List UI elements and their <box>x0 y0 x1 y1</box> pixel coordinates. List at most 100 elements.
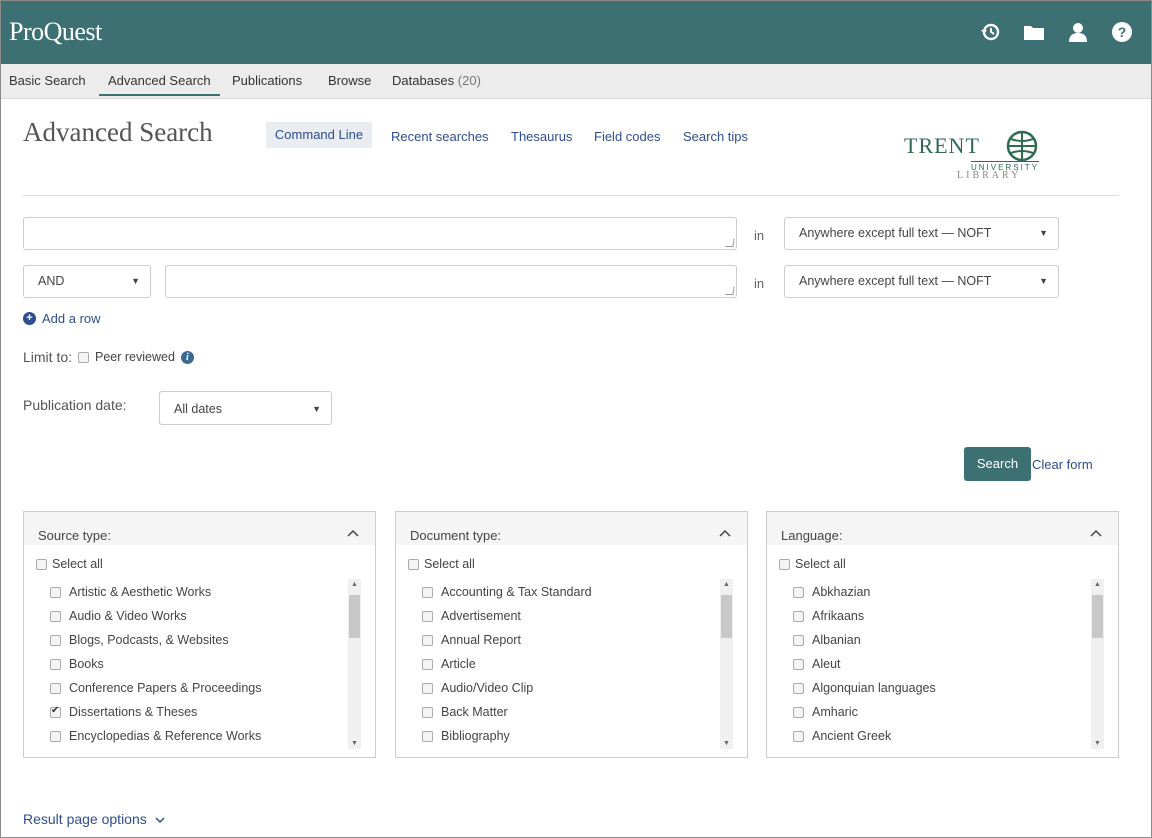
select-all-checkbox[interactable] <box>36 558 47 570</box>
checkbox[interactable] <box>50 610 61 622</box>
scroll-thumb[interactable] <box>349 595 360 638</box>
checkbox[interactable] <box>793 706 804 718</box>
scroll-up-icon[interactable]: ▲ <box>348 581 361 588</box>
list-item[interactable]: Artistic & Aesthetic Works <box>50 580 350 604</box>
publication-date-select[interactable]: All dates ▼ <box>159 391 332 425</box>
select-all-checkbox[interactable] <box>408 558 419 570</box>
chevron-down-icon: ▼ <box>312 404 321 414</box>
checkbox[interactable] <box>422 634 433 646</box>
checkbox-checked[interactable] <box>50 705 61 718</box>
list-item-label: Audio/Video Clip <box>441 681 534 695</box>
chevron-up-icon[interactable] <box>347 526 359 540</box>
search-term-input-2[interactable] <box>165 265 737 298</box>
list-item[interactable]: Back Matter <box>422 700 722 724</box>
search-tips-link[interactable]: Search tips <box>683 129 748 144</box>
field-select-2[interactable]: Anywhere except full text — NOFT ▼ <box>784 265 1059 298</box>
folder-icon[interactable] <box>1023 21 1045 43</box>
checkbox[interactable] <box>793 586 804 598</box>
nav-advanced-search[interactable]: Advanced Search <box>99 73 220 96</box>
clear-form-link[interactable]: Clear form <box>1032 457 1093 472</box>
list-item[interactable]: Afrikaans <box>793 604 1093 628</box>
checkbox[interactable] <box>50 634 61 646</box>
chevron-up-icon[interactable] <box>719 526 731 540</box>
checkbox[interactable] <box>422 682 433 694</box>
list-item[interactable]: Books <box>50 652 350 676</box>
list-item[interactable]: Conference Papers & Proceedings <box>50 676 350 700</box>
checkbox[interactable] <box>422 586 433 598</box>
list-item[interactable]: Amharic <box>793 700 1093 724</box>
scrollbar[interactable]: ▲ ▼ <box>348 579 361 749</box>
command-line-link[interactable]: Command Line <box>266 122 372 148</box>
history-icon[interactable] <box>979 21 1001 43</box>
list-item[interactable]: Albanian <box>793 628 1093 652</box>
info-icon[interactable]: i <box>180 350 194 364</box>
list-item[interactable]: Article <box>422 652 722 676</box>
checkbox[interactable] <box>793 730 804 742</box>
language-header[interactable]: Language: <box>767 512 1118 545</box>
checkbox[interactable] <box>50 586 61 598</box>
scrollbar[interactable]: ▲ ▼ <box>720 579 733 749</box>
scroll-up-icon[interactable]: ▲ <box>1091 581 1104 588</box>
recent-searches-link[interactable]: Recent searches <box>391 129 489 144</box>
checkbox[interactable] <box>422 610 433 622</box>
list-item[interactable]: Abkhazian <box>793 580 1093 604</box>
checkbox[interactable] <box>50 682 61 694</box>
checkbox[interactable] <box>50 658 61 670</box>
scrollbar[interactable]: ▲ ▼ <box>1091 579 1104 749</box>
source-type-header[interactable]: Source type: <box>24 512 375 545</box>
document-type-header[interactable]: Document type: <box>396 512 747 545</box>
field-select-1[interactable]: Anywhere except full text — NOFT ▼ <box>784 217 1059 250</box>
checkbox[interactable] <box>422 730 433 742</box>
scroll-thumb[interactable] <box>721 595 732 638</box>
list-item[interactable]: Annual Report <box>422 628 722 652</box>
scroll-down-icon[interactable]: ▼ <box>720 740 733 747</box>
list-item[interactable]: Advertisement <box>422 604 722 628</box>
scroll-down-icon[interactable]: ▼ <box>1091 740 1104 747</box>
resize-grip[interactable] <box>725 287 735 295</box>
nav-publications[interactable]: Publications <box>232 73 302 88</box>
search-button[interactable]: Search <box>964 447 1031 481</box>
add-row-button[interactable]: + Add a row <box>23 311 101 326</box>
boolean-operator-select[interactable]: AND ▼ <box>23 265 151 298</box>
list-item[interactable]: Algonquian languages <box>793 676 1093 700</box>
checkbox[interactable] <box>793 658 804 670</box>
nav-basic-search[interactable]: Basic Search <box>9 73 86 88</box>
checkbox[interactable] <box>793 634 804 646</box>
scroll-up-icon[interactable]: ▲ <box>720 581 733 588</box>
list-item[interactable]: Aleut <box>793 652 1093 676</box>
list-item[interactable]: Dissertations & Theses <box>50 700 350 724</box>
doctype-select-all[interactable]: Select all <box>408 557 475 571</box>
limit-to-row: Limit to: Peer reviewed i <box>23 349 194 365</box>
thesaurus-link[interactable]: Thesaurus <box>511 129 572 144</box>
search-term-input-1[interactable] <box>23 217 737 250</box>
resize-grip[interactable] <box>725 239 735 247</box>
user-icon[interactable] <box>1067 21 1089 43</box>
chevron-up-icon[interactable] <box>1090 526 1102 540</box>
peer-reviewed-checkbox[interactable] <box>78 351 90 363</box>
checkbox[interactable] <box>793 610 804 622</box>
peer-reviewed-label[interactable]: Peer reviewed <box>95 350 175 364</box>
list-item[interactable]: Accounting & Tax Standard <box>422 580 722 604</box>
list-item[interactable]: Bibliography <box>422 724 722 748</box>
result-page-options-toggle[interactable]: Result page options <box>23 811 165 827</box>
list-item[interactable]: Ancient Greek <box>793 724 1093 748</box>
field-codes-link[interactable]: Field codes <box>594 129 660 144</box>
checkbox[interactable] <box>422 706 433 718</box>
checkbox[interactable] <box>793 682 804 694</box>
nav-databases[interactable]: Databases (20) <box>392 73 481 88</box>
list-item[interactable]: Audio & Video Works <box>50 604 350 628</box>
language-select-all[interactable]: Select all <box>779 557 846 571</box>
proquest-logo[interactable]: ProQuest <box>9 17 102 47</box>
checkbox[interactable] <box>422 658 433 670</box>
scroll-down-icon[interactable]: ▼ <box>348 740 361 747</box>
list-item[interactable]: Encyclopedias & Reference Works <box>50 724 350 748</box>
list-item[interactable]: Blogs, Podcasts, & Websites <box>50 628 350 652</box>
nav-browse[interactable]: Browse <box>328 73 371 88</box>
scroll-thumb[interactable] <box>1092 595 1103 638</box>
nav-databases-count: (20) <box>457 73 481 88</box>
select-all-checkbox[interactable] <box>779 558 790 570</box>
list-item[interactable]: Audio/Video Clip <box>422 676 722 700</box>
checkbox[interactable] <box>50 730 61 742</box>
help-icon[interactable]: ? <box>1111 21 1133 43</box>
source-select-all[interactable]: Select all <box>36 557 103 571</box>
